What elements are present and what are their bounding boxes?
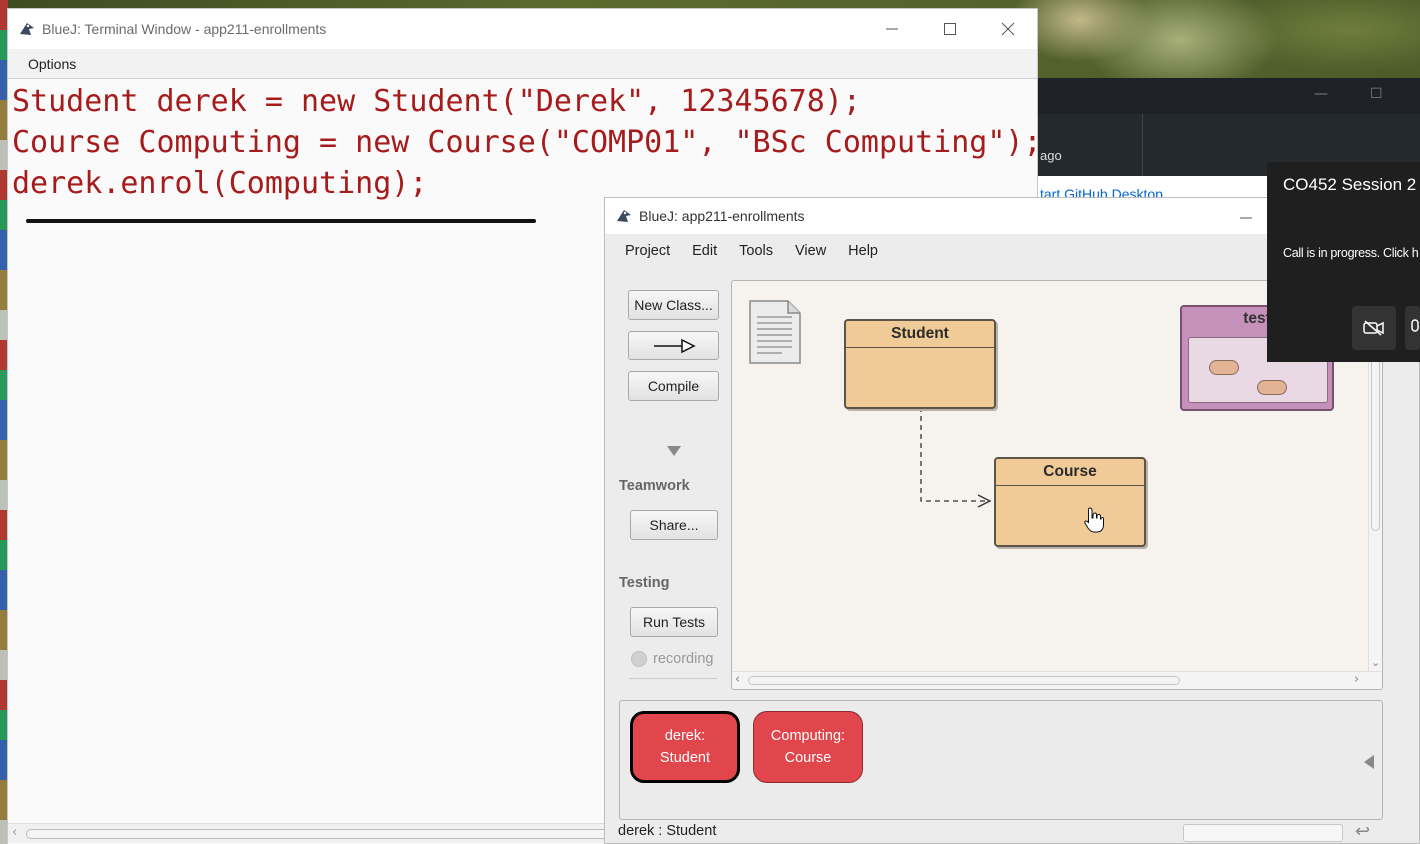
hand-pointer-icon [1084, 507, 1104, 533]
menu-view[interactable]: View [795, 243, 826, 259]
status-input-box[interactable] [1183, 824, 1343, 842]
github-time-ago: ago [1040, 148, 1062, 163]
class-student-name: Student [846, 321, 994, 348]
maximize-button[interactable] [921, 9, 979, 49]
bench-collapse-arrow-icon[interactable] [1364, 755, 1374, 769]
minimize-icon[interactable]: — [1314, 86, 1328, 102]
status-text: derek : Student [618, 823, 717, 839]
minimize-button[interactable] [863, 9, 921, 49]
object-bench: derek: Student Computing: Course [619, 700, 1383, 820]
scrollbar-thumb[interactable] [26, 829, 646, 839]
recording-divider [629, 678, 717, 679]
mic-toggle-button[interactable] [1405, 306, 1420, 350]
share-button[interactable]: Share... [630, 510, 718, 540]
canvas-horizontal-scrollbar[interactable]: ‹ › [732, 671, 1382, 689]
teamwork-label: Teamwork [619, 478, 690, 494]
microphone-icon [1410, 319, 1419, 332]
close-button[interactable] [979, 9, 1037, 49]
menu-help[interactable]: Help [848, 243, 878, 259]
scroll-left-icon[interactable]: ‹ [12, 825, 17, 840]
menu-project[interactable]: Project [625, 243, 670, 259]
camera-toggle-button[interactable] [1352, 306, 1396, 350]
recording-indicator-icon [631, 651, 647, 667]
maximize-icon[interactable]: ☐ [1370, 86, 1383, 102]
terminal-menu-bar: Options [8, 49, 1037, 79]
run-tests-button[interactable]: Run Tests [630, 607, 718, 637]
bluej-bird-icon [20, 23, 34, 35]
status-bar: derek : Student ↩ [605, 821, 1419, 843]
inheritance-arrow-icon [653, 338, 696, 353]
terminal-line: Course Computing = new Course("COMP01", … [12, 125, 1042, 160]
call-notification[interactable]: CO452 Session 2 Call is in progress. Cli… [1267, 162, 1420, 362]
scroll-down-icon[interactable]: ⌄ [1371, 656, 1380, 669]
terminal-separator [26, 219, 536, 223]
object-derek[interactable]: derek: Student [630, 711, 740, 783]
testing-label: Testing [619, 575, 670, 591]
recording-label: recording [653, 651, 714, 667]
object-computing[interactable]: Computing: Course [753, 711, 863, 783]
minimize-icon [886, 28, 898, 30]
bluej-bird-icon [617, 210, 631, 222]
github-divider [1142, 114, 1143, 176]
test-method-pill [1209, 360, 1239, 375]
compile-button[interactable]: Compile [628, 371, 719, 401]
scroll-left-icon[interactable]: ‹ [735, 672, 740, 687]
terminal-line: Student derek = new Student("Derek", 123… [12, 84, 861, 119]
close-icon [1001, 22, 1015, 36]
object-name: derek: [664, 728, 706, 744]
menu-edit[interactable]: Edit [692, 243, 717, 259]
class-course-name: Course [996, 459, 1144, 486]
github-title-bar: — ☐ [1036, 78, 1420, 114]
call-title: CO452 Session 2 [1283, 175, 1417, 194]
bluej-title: BlueJ: app211-enrollments [639, 208, 805, 224]
new-class-button[interactable]: New Class... [628, 290, 719, 320]
object-name: Computing: [770, 728, 846, 744]
scrollbar-thumb[interactable] [1371, 351, 1380, 531]
camera-off-icon [1363, 320, 1384, 336]
scrollbar-thumb[interactable] [748, 676, 1180, 685]
terminal-title-bar: BlueJ: Terminal Window - app211-enrollme… [8, 9, 1037, 49]
terminal-title: BlueJ: Terminal Window - app211-enrollme… [42, 21, 327, 37]
bluej-sidebar: New Class... Compile Teamwork Share... T… [605, 268, 731, 698]
maximize-icon [944, 23, 956, 35]
test-method-pill [1257, 380, 1287, 395]
return-arrow-icon[interactable]: ↩ [1355, 821, 1370, 842]
class-student[interactable]: Student [844, 319, 996, 409]
menu-options[interactable]: Options [28, 56, 76, 72]
collapse-triangle-icon[interactable] [667, 446, 681, 456]
add-inheritance-arrow-button[interactable] [628, 331, 719, 360]
object-type: Student [660, 750, 710, 766]
class-course[interactable]: Course [994, 457, 1146, 547]
call-status: Call is in progress. Click h [1283, 246, 1419, 260]
object-type: Course [784, 750, 832, 766]
minimize-icon [1240, 217, 1252, 219]
menu-tools[interactable]: Tools [739, 243, 773, 259]
scroll-right-icon[interactable]: › [1354, 672, 1359, 687]
